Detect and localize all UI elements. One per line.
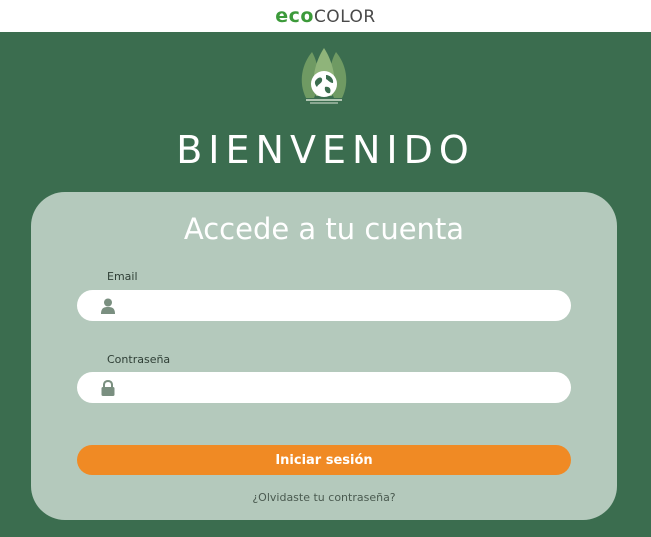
email-field[interactable] (77, 290, 571, 321)
logo-color: COLOR (313, 6, 376, 27)
welcome-heading: BIENVENIDO (176, 128, 475, 172)
email-input[interactable] (125, 290, 559, 321)
lock-icon (101, 380, 115, 396)
login-card: Accede a tu cuenta Email Contraseña Inic… (31, 192, 617, 520)
ecocolor-logo: ecoCOLOR (275, 4, 376, 27)
password-field[interactable] (77, 372, 571, 403)
email-label: Email (107, 270, 138, 283)
top-bar: ecoCOLOR (0, 0, 651, 32)
password-label: Contraseña (107, 353, 171, 366)
forgot-password-link[interactable]: ¿Olvidaste tu contraseña? (31, 491, 617, 504)
login-title: Accede a tu cuenta (183, 212, 465, 246)
logo-eco: eco (275, 4, 314, 27)
user-icon (101, 298, 115, 314)
globe-leaves-icon (301, 48, 347, 104)
password-input[interactable] (125, 372, 559, 403)
login-button[interactable]: Iniciar sesión (77, 445, 571, 475)
